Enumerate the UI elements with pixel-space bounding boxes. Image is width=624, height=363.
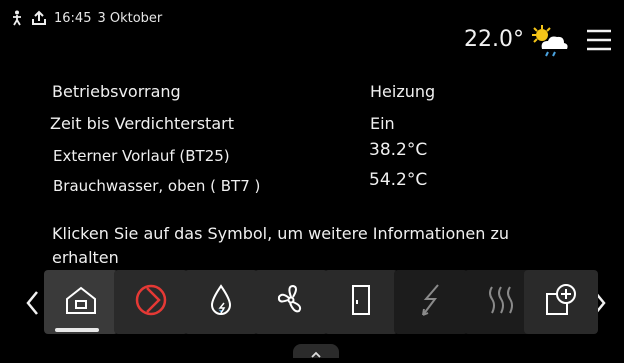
person-icon: [10, 10, 24, 26]
heat-waves-icon: [484, 283, 518, 321]
lightning-icon: [418, 282, 444, 322]
fan-icon: [273, 282, 309, 322]
chevron-up-icon: [309, 344, 323, 358]
tile-ventilation[interactable]: [254, 270, 328, 334]
hamburger-menu-icon[interactable]: [585, 28, 613, 52]
tile-home[interactable]: [44, 270, 118, 334]
pull-up-handle[interactable]: [293, 344, 339, 358]
hot-water-top-value: 54.2°C: [369, 170, 428, 190]
compressor-icon: [133, 282, 169, 322]
info-hint: Klicken Sie auf das Symbol, um weitere I…: [52, 224, 509, 267]
chevron-left-icon[interactable]: [24, 288, 42, 318]
tile-hot-water[interactable]: [184, 270, 258, 334]
sun-cloud-rain-icon[interactable]: [528, 23, 570, 61]
outdoor-temperature: 22.0°: [464, 27, 524, 52]
compressor-start-label: Zeit bis Verdichterstart: [50, 114, 234, 133]
door-icon: [348, 283, 374, 321]
status-date: 3 Oktober: [97, 10, 163, 26]
tile-door[interactable]: [324, 270, 398, 334]
operating-priority-label: Betriebsvorrang: [52, 82, 181, 101]
external-flow-label: Externer Vorlauf (BT25): [53, 147, 230, 165]
home-icon: [63, 284, 99, 320]
hot-water-top-label: Brauchwasser, oben ( BT7 ): [53, 177, 261, 195]
status-bar: 16:45 3 Oktober: [10, 8, 168, 28]
compressor-start-value: Ein: [370, 114, 395, 133]
tile-add-accessory[interactable]: [524, 270, 598, 334]
status-time: 16:45: [54, 10, 92, 26]
tile-compressor[interactable]: [114, 270, 188, 334]
operating-priority-value: Heizung: [370, 82, 436, 101]
tile-electric[interactable]: [394, 270, 468, 334]
hot-water-drop-icon: [206, 283, 236, 321]
active-tile-indicator: [55, 328, 99, 332]
external-flow-value: 38.2°C: [369, 140, 428, 160]
upload-icon: [32, 10, 46, 26]
add-accessory-icon: [542, 282, 580, 322]
